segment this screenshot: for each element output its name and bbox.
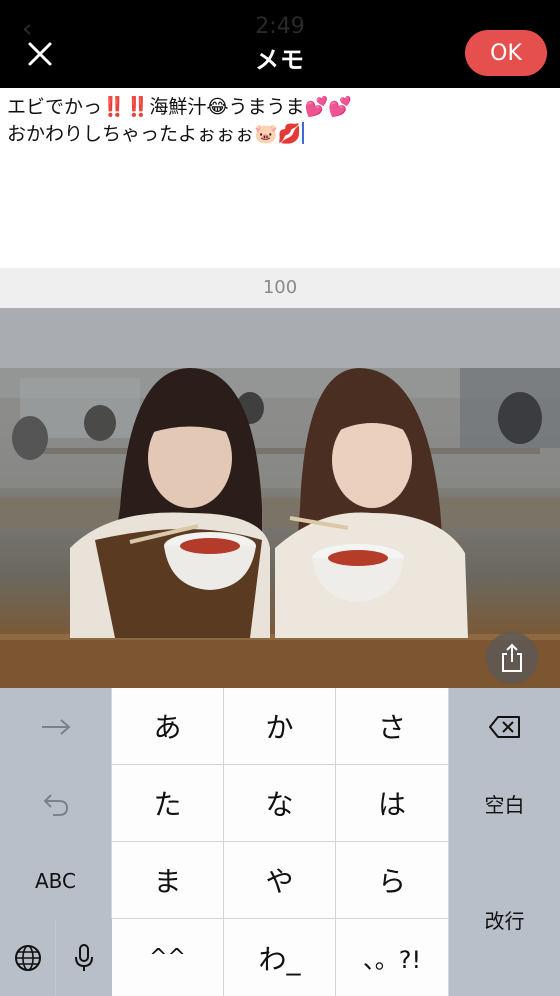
japanese-flick-keyboard: ABC あ か さ た な は ま や ら ^^ わ_ 、。?! 空白 改行	[0, 688, 560, 996]
kana-key-wa[interactable]: わ_	[224, 919, 336, 996]
undo-icon[interactable]	[0, 765, 111, 842]
punctuation-key[interactable]: 、。?!	[336, 919, 448, 996]
kana-key-na[interactable]: な	[224, 765, 336, 842]
return-key[interactable]: 改行	[449, 842, 560, 996]
abc-mode-key[interactable]: ABC	[0, 842, 111, 919]
space-key[interactable]: 空白	[449, 765, 560, 842]
kana-key-a[interactable]: あ	[112, 688, 224, 765]
text-caret	[302, 122, 305, 144]
memo-text: エビでかっ‼️‼️海鮮汁😂うまうま💕💕 おかわりしちゃったよぉぉぉ🐷💋	[7, 94, 553, 148]
kana-key-ma[interactable]: ま	[112, 842, 224, 919]
memo-textarea[interactable]: エビでかっ‼️‼️海鮮汁😂うまうま💕💕 おかわりしちゃったよぉぉぉ🐷💋	[0, 88, 560, 268]
kana-key-ka[interactable]: か	[224, 688, 336, 765]
kana-key-ha[interactable]: は	[336, 765, 448, 842]
char-counter: 100	[262, 277, 298, 298]
share-icon[interactable]	[486, 632, 538, 684]
kana-key-sa[interactable]: さ	[336, 688, 448, 765]
char-counter-bar: 100	[0, 268, 560, 308]
microphone-icon[interactable]	[56, 919, 112, 996]
arrow-right-icon[interactable]	[0, 688, 111, 765]
ok-button[interactable]: OK	[465, 30, 547, 76]
kana-key-ta[interactable]: た	[112, 765, 224, 842]
memo-line-2: おかわりしちゃったよぉぉぉ🐷💋	[7, 123, 302, 145]
kaomoji-key[interactable]: ^^	[112, 919, 224, 996]
backspace-icon[interactable]	[449, 688, 560, 765]
memo-line-1: エビでかっ‼️‼️海鮮汁😂うまうま💕💕	[7, 96, 352, 118]
attached-photo	[0, 308, 560, 688]
globe-icon[interactable]	[0, 919, 56, 996]
kana-key-ra[interactable]: ら	[336, 842, 448, 919]
photo-illustration	[0, 308, 560, 688]
top-bar: ‹ 2:49 メモ OK	[0, 0, 560, 88]
kana-key-ya[interactable]: や	[224, 842, 336, 919]
